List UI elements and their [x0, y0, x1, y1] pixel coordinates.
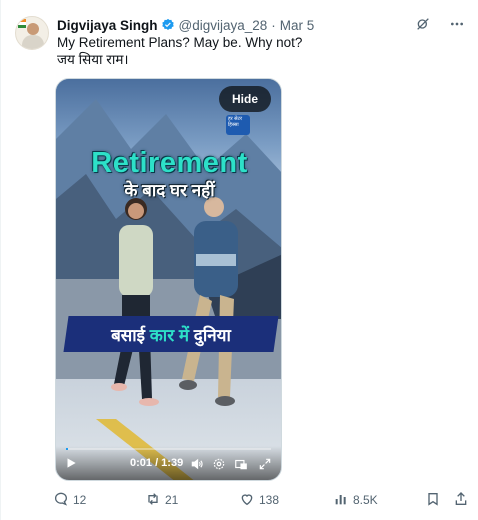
channel-logo: हर सेटर हिस्सा [226, 115, 250, 135]
progress-fill [66, 448, 69, 450]
tweet-text: My Retirement Plans? May be. Why not? जय… [57, 34, 302, 68]
like-count: 138 [259, 493, 280, 507]
tweet: Digvijaya Singh @digvijaya_28 · Mar 5 My… [0, 0, 478, 520]
avatar[interactable] [15, 16, 49, 50]
author-name[interactable]: Digvijaya Singh [57, 18, 158, 33]
caption-part-2: दुनिया [189, 326, 231, 345]
pip-icon[interactable] [234, 457, 248, 471]
video-time: 0:01 / 1:39 [130, 457, 184, 469]
tweet-date[interactable]: Mar 5 [280, 18, 315, 33]
settings-icon[interactable] [212, 457, 226, 471]
repost-button[interactable]: 21 [145, 490, 178, 510]
video-subtitle: के बाद घर नहीं [124, 181, 215, 200]
author-handle[interactable]: @digvijaya_28 [179, 18, 268, 33]
bookmark-icon [425, 491, 441, 510]
top-actions [414, 15, 466, 33]
video-title: Retirement [91, 147, 248, 179]
views-count: 8.5K [353, 493, 378, 507]
bookmark-button[interactable] [425, 490, 441, 510]
more-icon[interactable] [448, 15, 466, 33]
video-player[interactable]: Hide हर सेटर हिस्सा Retirement के बाद घर… [55, 78, 282, 481]
fullscreen-icon[interactable] [258, 457, 272, 471]
action-bar: 12 21 138 8.5K [53, 490, 473, 510]
tweet-text-line-2: जय सिया राम। [57, 52, 129, 67]
tweet-text-line-1: My Retirement Plans? May be. Why not? [57, 35, 303, 50]
play-icon[interactable] [64, 456, 78, 470]
volume-icon[interactable] [190, 457, 204, 471]
caption-highlight: कार में [149, 326, 190, 345]
repost-icon [145, 491, 161, 510]
people-illustration [96, 197, 238, 480]
share-button[interactable] [453, 490, 469, 510]
verified-badge-icon [161, 18, 175, 32]
share-icon [453, 491, 469, 510]
tweet-header: Digvijaya Singh @digvijaya_28 · Mar 5 [57, 16, 314, 34]
flag-icon [18, 19, 26, 28]
reply-icon [53, 491, 69, 510]
views-icon [333, 491, 349, 510]
grok-icon[interactable] [414, 15, 432, 33]
hide-button[interactable]: Hide [219, 86, 271, 112]
caption-text: बसाई कार में दुनिया [66, 323, 276, 346]
reply-count: 12 [73, 493, 87, 507]
caption-part-1: बसाई [111, 326, 150, 345]
separator: · [271, 17, 276, 33]
progress-bar[interactable] [66, 448, 271, 450]
like-button[interactable]: 138 [239, 490, 279, 510]
like-icon [239, 491, 255, 510]
reply-button[interactable]: 12 [53, 490, 86, 510]
views-button[interactable]: 8.5K [333, 490, 378, 510]
repost-count: 21 [165, 493, 179, 507]
